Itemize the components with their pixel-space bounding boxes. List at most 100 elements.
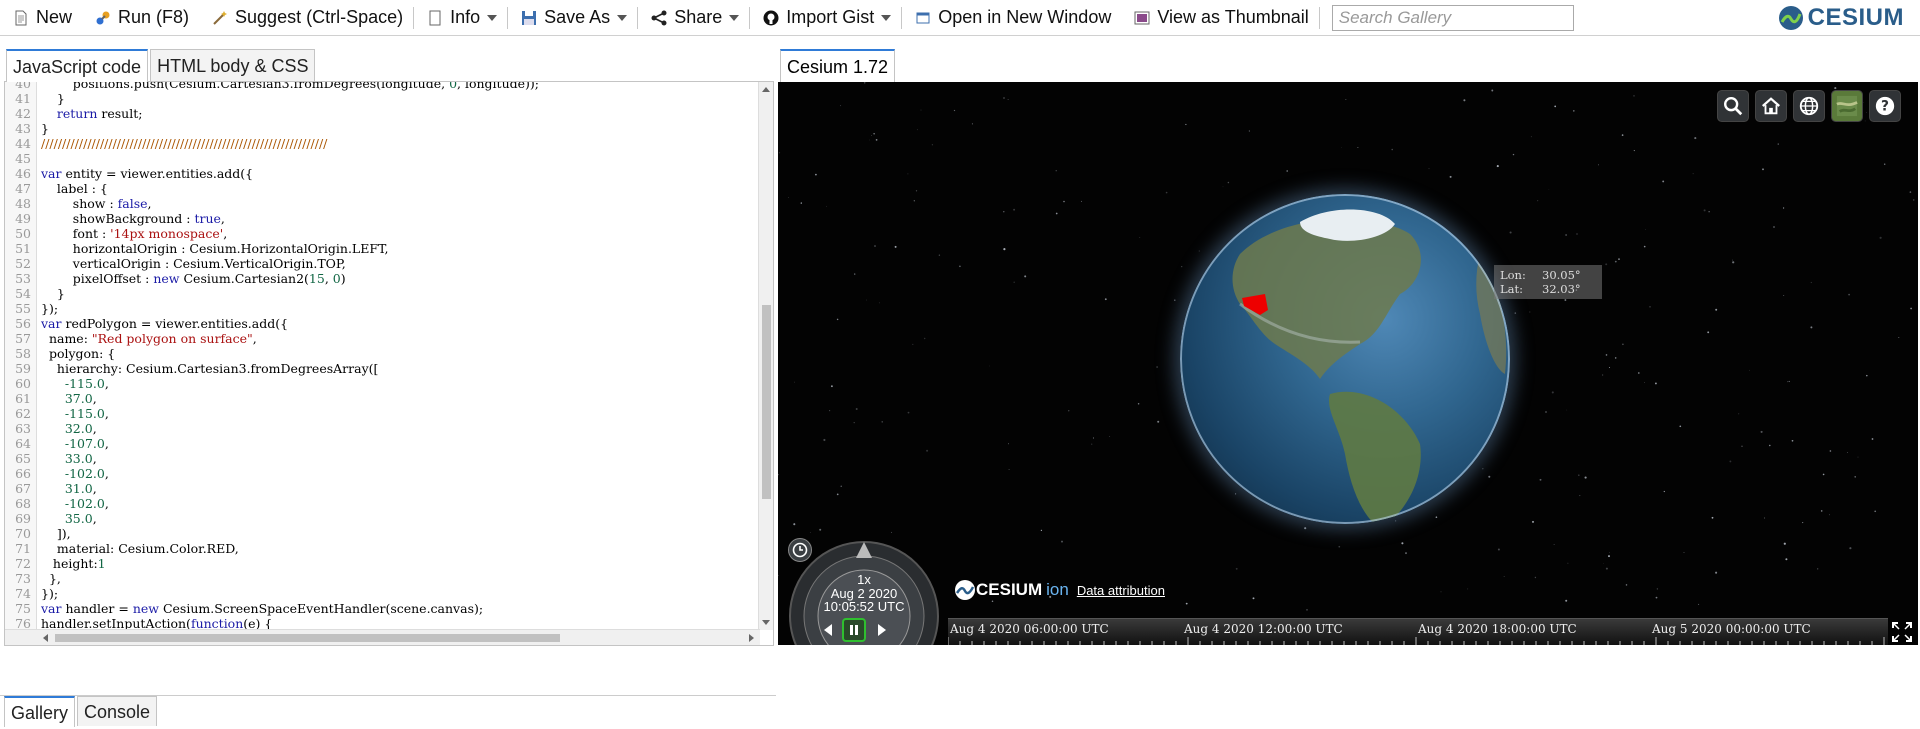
code-line[interactable]: 65 33.0, [5, 451, 760, 466]
open-new-window-button[interactable]: Open in New Window [902, 0, 1121, 36]
star [1564, 299, 1567, 301]
tab-cesium-version[interactable]: Cesium 1.72 [780, 49, 896, 82]
code-line[interactable]: 71 material: Cesium.Color.RED, [5, 541, 760, 556]
code-line[interactable]: 74}); [5, 586, 760, 601]
code-line[interactable]: 47 label : { [5, 181, 760, 196]
line-number: 50 [15, 226, 31, 241]
vertical-scroll-thumb[interactable] [762, 305, 771, 499]
code-line[interactable]: 59 hierarchy: Cesium.Cartesian3.fromDegr… [5, 361, 760, 376]
code-line[interactable]: 73 }, [5, 571, 760, 586]
code-line[interactable]: 54 } [5, 286, 760, 301]
view-thumbnail-button[interactable]: View as Thumbnail [1121, 0, 1318, 36]
code-line[interactable]: 72 height:1 [5, 556, 760, 571]
star [778, 152, 781, 154]
code-line[interactable]: 48 show : false, [5, 196, 760, 211]
code-editor[interactable]: 40 positions.push(Cesium.Cartesian3.from… [4, 81, 774, 646]
horizontal-scroll-thumb[interactable] [55, 634, 560, 642]
code-text: ////////////////////////////////////////… [41, 136, 328, 151]
vertical-scrollbar[interactable] [758, 82, 773, 630]
data-attribution-link[interactable]: Data attribution [1077, 583, 1165, 598]
code-line[interactable]: 58 polygon: { [5, 346, 760, 361]
star [1514, 312, 1517, 314]
import-gist-button[interactable]: Import Gist [750, 0, 901, 36]
star [894, 245, 897, 248]
code-line[interactable]: 51 horizontalOrigin : Cesium.HorizontalO… [5, 241, 760, 256]
star [1578, 474, 1580, 476]
star [1598, 164, 1599, 166]
star [1731, 259, 1733, 261]
code-line[interactable]: 52 verticalOrigin : Cesium.VerticalOrigi… [5, 256, 760, 271]
svg-text:?: ? [1881, 99, 1889, 115]
code-line[interactable]: 68 -102.0, [5, 496, 760, 511]
code-line[interactable]: 45 [5, 151, 760, 166]
save-as-button[interactable]: Save As [508, 0, 637, 36]
star [1857, 456, 1859, 458]
code-line[interactable]: 55}); [5, 301, 760, 316]
geocoder-search-button[interactable] [1717, 90, 1749, 122]
tab-html-body-css[interactable]: HTML body & CSS [150, 49, 316, 81]
code-line[interactable]: 69 35.0, [5, 511, 760, 526]
star [1637, 372, 1640, 374]
code-line[interactable]: 67 31.0, [5, 481, 760, 496]
fullscreen-button[interactable] [1890, 620, 1914, 644]
code-line[interactable]: 75 var handler = new Cesium.ScreenSpaceEv… [5, 601, 760, 616]
globe[interactable] [1180, 194, 1510, 524]
run-button[interactable]: Run (F8) [82, 0, 199, 36]
star [1157, 420, 1160, 423]
globe-surface [1180, 194, 1510, 524]
scroll-down-icon[interactable] [762, 620, 770, 625]
code-line[interactable]: 50 font : '14px monospace', [5, 226, 760, 241]
clock-button[interactable] [788, 538, 812, 562]
timeline[interactable]: Aug 4 2020 06:00:00 UTC Aug 4 2020 12:00… [948, 618, 1888, 645]
star [1003, 248, 1006, 251]
code-line[interactable]: 57 name: "Red polygon on surface", [5, 331, 760, 346]
star [840, 485, 842, 487]
tab-console[interactable]: Console [77, 696, 158, 726]
code-line[interactable]: 46 var entity = viewer.entities.add({ [5, 166, 760, 181]
code-panel: JavaScript code HTML body & CSS 40 posit… [0, 37, 776, 727]
code-line[interactable]: 64 -107.0, [5, 436, 760, 451]
cesium-viewer[interactable]: Lon: 30.05° Lat: 32.03° ? 1x Aug 2 2020 … [778, 82, 1918, 645]
play-reverse-button[interactable] [816, 618, 840, 642]
code-line[interactable]: 62 -115.0, [5, 406, 760, 421]
scroll-left-icon[interactable] [43, 634, 48, 642]
info-button[interactable]: Info [414, 0, 507, 36]
scene-mode-button[interactable] [1793, 90, 1825, 122]
code-line[interactable]: 61 37.0, [5, 391, 760, 406]
star [1849, 547, 1852, 550]
code-line[interactable]: 66 -102.0, [5, 466, 760, 481]
scroll-up-icon[interactable] [762, 87, 770, 92]
help-button[interactable]: ? [1869, 90, 1901, 122]
code-line[interactable]: 53 pixelOffset : new Cesium.Cartesian2(1… [5, 271, 760, 286]
base-layer-picker-button[interactable] [1831, 90, 1863, 122]
star [1566, 409, 1568, 411]
star [1013, 208, 1016, 211]
code-line[interactable]: 56 var redPolygon = viewer.entities.add({ [5, 316, 760, 331]
code-line[interactable]: 41 } [5, 91, 760, 106]
code-line[interactable]: 42 return result; [5, 106, 760, 121]
search-gallery-input[interactable] [1331, 4, 1574, 31]
scroll-right-icon[interactable] [749, 634, 754, 642]
tab-javascript-code[interactable]: JavaScript code [6, 49, 149, 82]
horizontal-scrollbar[interactable] [5, 629, 760, 645]
code-content[interactable]: 40 positions.push(Cesium.Cartesian3.from… [5, 82, 760, 645]
pause-button[interactable] [842, 618, 866, 642]
code-line[interactable]: 49 showBackground : true, [5, 211, 760, 226]
new-button[interactable]: New [0, 0, 82, 36]
code-text: } [41, 121, 49, 136]
code-line[interactable]: 70 ]), [5, 526, 760, 541]
play-forward-button[interactable] [870, 618, 894, 642]
home-button[interactable] [1755, 90, 1787, 122]
code-line[interactable]: 44 //////////////////////////////////////… [5, 136, 760, 151]
share-button[interactable]: Share [638, 0, 749, 36]
code-line[interactable]: 43} [5, 121, 760, 136]
code-text: showBackground : true, [41, 211, 225, 226]
cesium-ion-logo[interactable]: CESIUM ion [954, 579, 1069, 601]
star [830, 385, 833, 388]
chevron-down-icon [729, 14, 740, 21]
star [1491, 89, 1494, 92]
code-line[interactable]: 60 -115.0, [5, 376, 760, 391]
tab-gallery[interactable]: Gallery [4, 696, 76, 727]
code-line[interactable]: 63 32.0, [5, 421, 760, 436]
suggest-button[interactable]: Suggest (Ctrl-Space) [199, 0, 413, 36]
